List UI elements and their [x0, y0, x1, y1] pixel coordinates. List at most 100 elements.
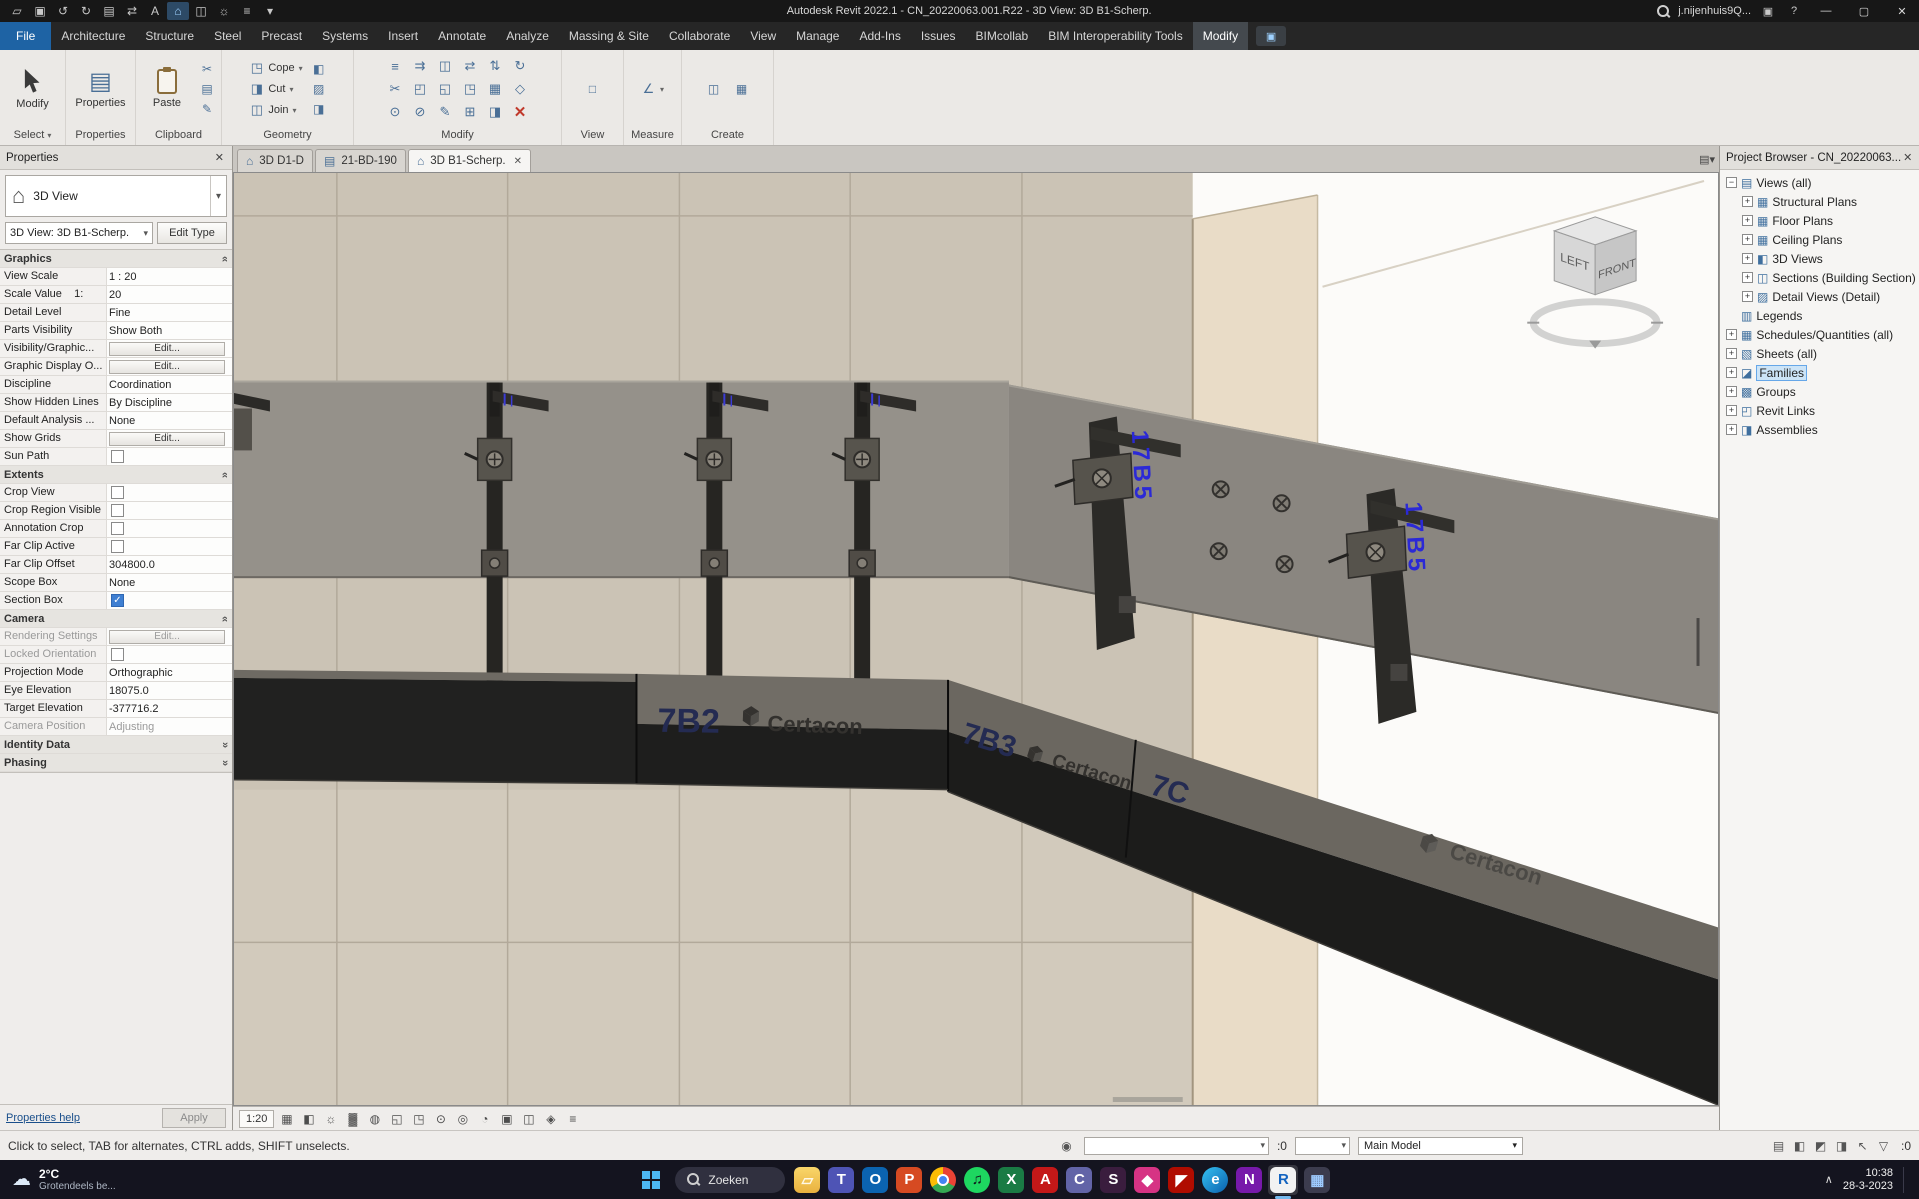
- browser-item-ceiling-plans[interactable]: +▦Ceiling Plans: [1720, 230, 1919, 249]
- property-value-cell[interactable]: Edit...: [107, 340, 232, 357]
- checkbox[interactable]: [111, 486, 124, 499]
- show-desktop-button[interactable]: [1903, 1167, 1911, 1193]
- panel-label-view[interactable]: View: [562, 128, 623, 145]
- properties-section-phasing[interactable]: Phasing»: [0, 754, 232, 772]
- shadows-icon[interactable]: ▓: [342, 1109, 363, 1128]
- panel-label-select[interactable]: Select ▾: [0, 128, 65, 145]
- properties-section-graphics[interactable]: Graphics»: [0, 250, 232, 268]
- expander-icon[interactable]: −: [1726, 177, 1737, 188]
- collapse-chevron-icon[interactable]: »: [219, 759, 231, 765]
- design-option-combo[interactable]: ▾: [1295, 1137, 1350, 1155]
- match-type-properties-icon[interactable]: ✎: [198, 100, 216, 118]
- view-tab-list-icon[interactable]: ▤▾: [1699, 153, 1715, 166]
- ribbon-tab-precast[interactable]: Precast: [251, 22, 312, 50]
- ribbon-tab-collaborate[interactable]: Collaborate: [659, 22, 740, 50]
- crop-view-icon[interactable]: ◱: [386, 1109, 407, 1128]
- visual-style-icon[interactable]: ◧: [298, 1109, 319, 1128]
- browser-item-sheets-all[interactable]: +▧Sheets (all): [1720, 344, 1919, 363]
- measure-button[interactable]: ∠▾: [639, 80, 666, 99]
- reveal-constraints-icon[interactable]: ≡: [562, 1109, 583, 1128]
- copy-icon[interactable]: ▤: [198, 80, 216, 98]
- checkbox[interactable]: [111, 504, 124, 517]
- property-value-cell[interactable]: Coordination: [107, 376, 232, 393]
- thin-lines-icon[interactable]: ≡: [236, 2, 258, 20]
- property-value-cell[interactable]: [107, 502, 232, 519]
- match-type-icon[interactable]: ✎: [433, 101, 457, 123]
- paste-button[interactable]: Paste: [141, 69, 193, 109]
- search-icon[interactable]: [1657, 5, 1670, 18]
- paint-icon[interactable]: ◧: [310, 60, 328, 78]
- create-assembly-icon[interactable]: ▦: [733, 80, 751, 98]
- copy-icon[interactable]: ⇅: [483, 55, 507, 77]
- maximize-button[interactable]: ▢: [1849, 0, 1879, 22]
- cope-button[interactable]: ◳Cope▾: [247, 59, 304, 78]
- expander-icon[interactable]: +: [1726, 348, 1737, 359]
- taskbar-app-excel[interactable]: X: [996, 1165, 1026, 1195]
- temporary-hide-isolate-icon[interactable]: ◎: [452, 1109, 473, 1128]
- ribbon-tab-modify[interactable]: Modify: [1193, 22, 1248, 50]
- properties-section-identity-data[interactable]: Identity Data»: [0, 736, 232, 754]
- detail-level-icon[interactable]: ▦: [276, 1109, 297, 1128]
- property-value-cell[interactable]: None: [107, 412, 232, 429]
- undo-icon[interactable]: ↺: [52, 2, 74, 20]
- property-value-cell[interactable]: [107, 484, 232, 501]
- ribbon-tab-analyze[interactable]: Analyze: [496, 22, 559, 50]
- expander-icon[interactable]: +: [1726, 424, 1737, 435]
- exclude-options-icon[interactable]: ◨: [1832, 1136, 1851, 1155]
- save-icon[interactable]: ▣: [29, 2, 51, 20]
- customize-menu-icon[interactable]: ▾: [259, 2, 281, 20]
- collapse-chevron-icon[interactable]: »: [219, 255, 231, 261]
- view-tab-3d-b1-scherp[interactable]: ⌂3D B1-Scherp.✕: [408, 149, 531, 172]
- properties-toggle-button[interactable]: ▤ Properties: [74, 70, 128, 109]
- app-store-icon[interactable]: ▣: [1759, 5, 1777, 18]
- demolish-icon[interactable]: ◨: [483, 101, 507, 123]
- ribbon-tab-insert[interactable]: Insert: [378, 22, 428, 50]
- expander-icon[interactable]: +: [1742, 215, 1753, 226]
- selection-box-icon[interactable]: □: [584, 80, 602, 98]
- ribbon-tab-steel[interactable]: Steel: [204, 22, 251, 50]
- design-options-icon[interactable]: ◧: [1790, 1136, 1809, 1155]
- scale-button[interactable]: 1:20: [239, 1110, 274, 1128]
- trim-extend-single-icon[interactable]: ◱: [433, 78, 457, 100]
- worksharing-display-icon[interactable]: ◫: [518, 1109, 539, 1128]
- panel-label-geometry[interactable]: Geometry: [222, 128, 353, 145]
- ribbon-tab-systems[interactable]: Systems: [312, 22, 378, 50]
- demolish-icon[interactable]: ◨: [310, 100, 328, 118]
- panel-label-properties[interactable]: Properties: [66, 128, 135, 145]
- scale-icon[interactable]: ◇: [508, 78, 532, 100]
- text-note-icon[interactable]: A: [144, 2, 166, 20]
- checkbox[interactable]: [111, 450, 124, 463]
- taskbar-app-teams[interactable]: T: [826, 1165, 856, 1195]
- browser-item-floor-plans[interactable]: +▦Floor Plans: [1720, 211, 1919, 230]
- view-tab-3d-d1-d[interactable]: ⌂3D D1-D: [237, 149, 313, 172]
- browser-item-schedules-quantities-all[interactable]: +▦Schedules/Quantities (all): [1720, 325, 1919, 344]
- minimize-button[interactable]: —: [1811, 0, 1841, 22]
- expander-icon[interactable]: +: [1742, 272, 1753, 283]
- collapse-chevron-icon[interactable]: »: [219, 471, 231, 477]
- weather-widget[interactable]: ☁ 2°C Grotendeels be...: [0, 1167, 150, 1193]
- properties-section-camera[interactable]: Camera»: [0, 610, 232, 628]
- property-value-cell[interactable]: [107, 448, 232, 465]
- edit-button[interactable]: Edit...: [109, 432, 225, 446]
- print-icon[interactable]: ▤: [98, 2, 120, 20]
- browser-item-structural-plans[interactable]: +▦Structural Plans: [1720, 192, 1919, 211]
- browser-item-groups[interactable]: +▩Groups: [1720, 382, 1919, 401]
- browser-item-assemblies[interactable]: +◨Assemblies: [1720, 420, 1919, 439]
- taskbar-search[interactable]: Zoeken: [675, 1167, 785, 1193]
- expander-icon[interactable]: +: [1726, 367, 1737, 378]
- browser-item-legends[interactable]: ▥Legends: [1720, 306, 1919, 325]
- property-value-cell[interactable]: Show Both: [107, 322, 232, 339]
- taskbar-app-chrome[interactable]: [928, 1165, 958, 1195]
- render-icon[interactable]: ☼: [213, 2, 235, 20]
- ribbon-tab-bim-interoperability-tools[interactable]: BIM Interoperability Tools: [1038, 22, 1193, 50]
- ribbon-tab-annotate[interactable]: Annotate: [428, 22, 496, 50]
- close-icon[interactable]: ✕: [213, 151, 226, 164]
- ribbon-tab-view[interactable]: View: [740, 22, 786, 50]
- mirror-icon[interactable]: ◫: [433, 55, 457, 77]
- expander-icon[interactable]: +: [1742, 291, 1753, 302]
- username[interactable]: j.nijenhuis9Q...: [1678, 5, 1751, 17]
- unlocked-view-icon[interactable]: ⊙: [430, 1109, 451, 1128]
- property-value-cell[interactable]: 1 : 20: [107, 268, 232, 285]
- cut-icon[interactable]: ✂: [198, 60, 216, 78]
- main-model-combo[interactable]: Main Model▾: [1358, 1137, 1523, 1155]
